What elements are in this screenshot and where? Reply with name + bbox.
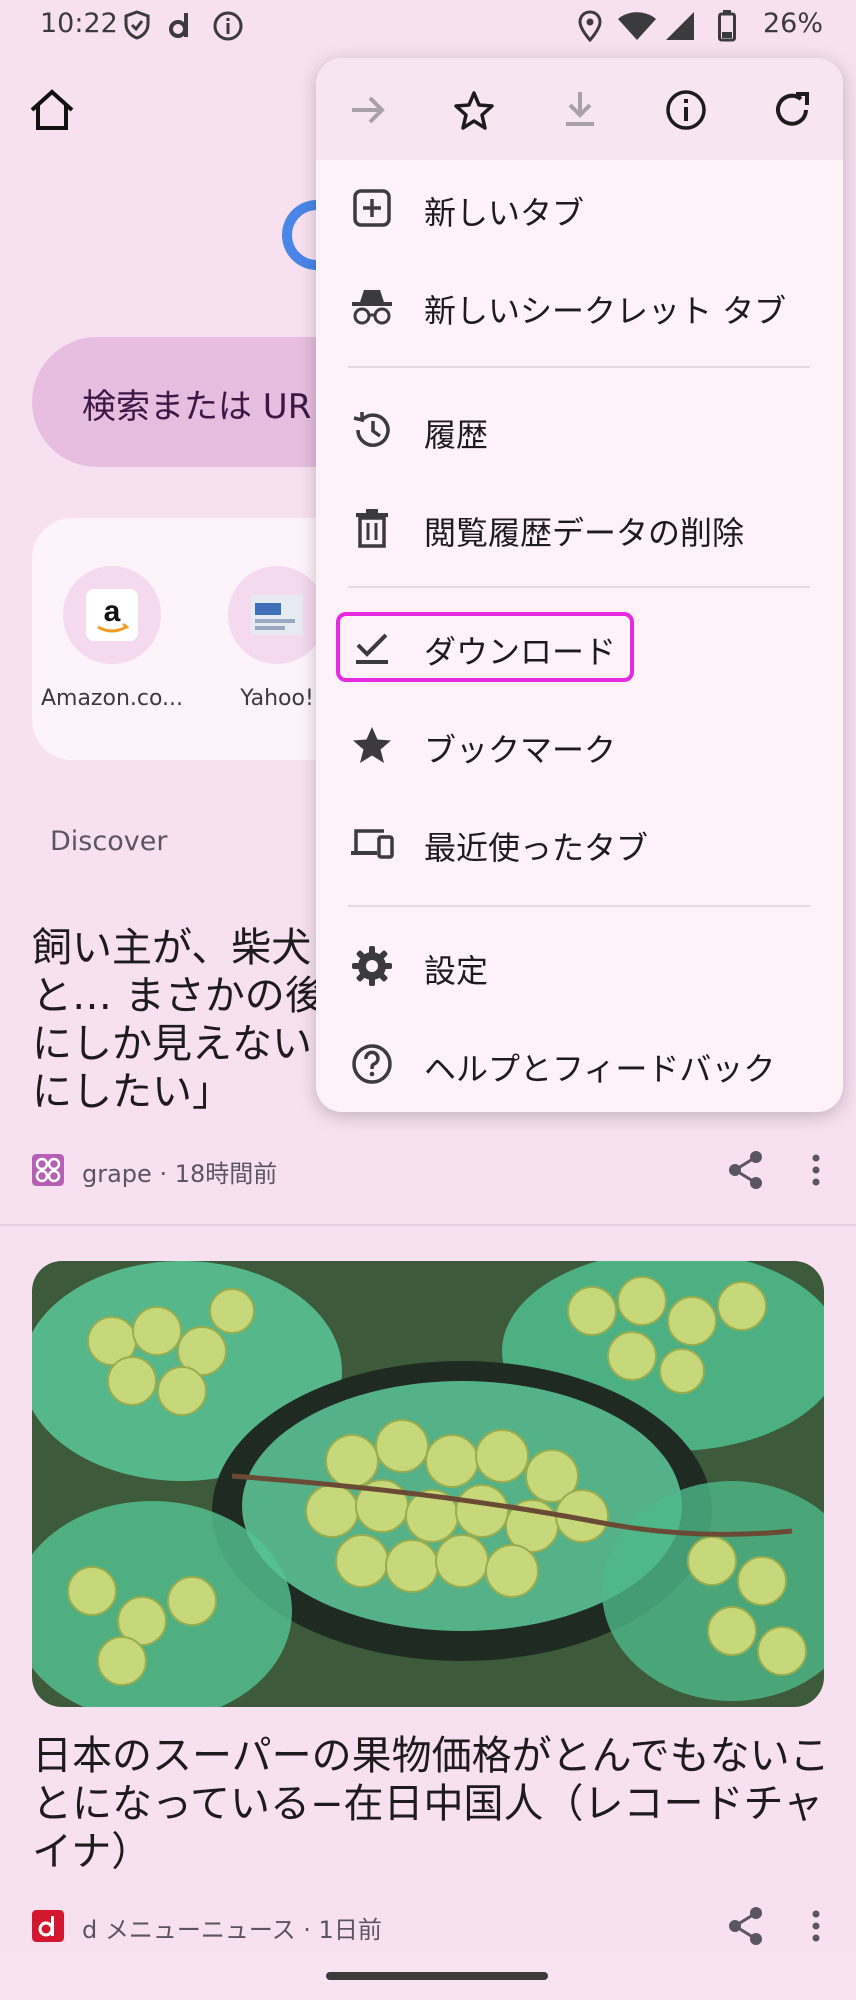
- download-icon[interactable]: [558, 88, 602, 132]
- menu-item-label: 設定: [424, 952, 489, 990]
- forward-arrow-icon[interactable]: [346, 88, 390, 132]
- menu-item-label: 新しいタブ: [424, 194, 585, 232]
- menu-divider: [348, 586, 810, 588]
- menu-divider: [348, 366, 810, 368]
- wifi-icon: [618, 12, 656, 40]
- battery-icon: [718, 10, 736, 42]
- menu-toolbar: [316, 58, 843, 160]
- article-source: d メニューニュース · 1日前: [82, 1916, 382, 1944]
- star-outline-icon[interactable]: [452, 88, 496, 132]
- discover-heading: Discover: [50, 826, 168, 857]
- menu-item-label: 最近使ったタブ: [424, 829, 649, 867]
- yahoo-logo-icon: [228, 566, 326, 664]
- gear-icon: [352, 946, 392, 986]
- status-time: 10:22: [40, 8, 118, 39]
- menu-item-help[interactable]: ヘルプとフィードバック: [316, 1019, 843, 1109]
- battery-percent: 26%: [762, 8, 823, 39]
- overflow-menu: 新しいタブ 新しいシークレット タブ 履歴 閲覧履歴データの削除 ダウンロード …: [316, 58, 843, 1112]
- menu-divider: [348, 905, 810, 907]
- menu-item-label: 閲覧履歴データの削除: [424, 514, 745, 552]
- more-vert-icon[interactable]: [810, 1906, 822, 1946]
- highlight-box: [336, 612, 634, 682]
- search-placeholder: 検索または UR: [82, 387, 312, 427]
- devices-icon: [351, 829, 394, 859]
- gesture-handle[interactable]: [326, 1972, 548, 1980]
- menu-item-label: ブックマーク: [424, 731, 617, 769]
- article-meta: grape · 18時間前: [32, 1150, 822, 1190]
- shortcut-amazon[interactable]: a Amazon.co...: [32, 566, 192, 711]
- menu-item-label: 履歴: [424, 416, 489, 454]
- info-icon: [213, 11, 243, 41]
- menu-item-label: 新しいシークレット タブ: [424, 292, 787, 330]
- article-image-grapes[interactable]: [32, 1261, 824, 1707]
- menu-item-clear-data[interactable]: 閲覧履歴データの削除: [316, 483, 843, 573]
- docomo-d-icon: [169, 13, 188, 38]
- plus-box-icon: [353, 189, 391, 227]
- trash-icon: [356, 509, 388, 548]
- d-menu-news-icon: [32, 1910, 64, 1942]
- grape-source-icon: [32, 1154, 64, 1186]
- article-source: grape · 18時間前: [82, 1160, 278, 1188]
- menu-item-incognito-tab[interactable]: 新しいシークレット タブ: [316, 261, 843, 351]
- refresh-icon[interactable]: [770, 88, 814, 132]
- signal-icon: [666, 12, 694, 40]
- incognito-icon: [352, 290, 392, 325]
- help-icon: [352, 1044, 392, 1084]
- feed-divider: [0, 1224, 856, 1226]
- info-icon[interactable]: [664, 88, 708, 132]
- menu-item-bookmarks[interactable]: ブックマーク: [316, 700, 843, 790]
- star-icon: [353, 727, 391, 763]
- home-icon[interactable]: [28, 88, 76, 132]
- amazon-logo-icon: a: [63, 566, 161, 664]
- menu-item-new-tab[interactable]: 新しいタブ: [316, 163, 843, 253]
- menu-item-label: ヘルプとフィードバック: [424, 1050, 776, 1088]
- location-icon: [578, 10, 602, 42]
- more-vert-icon[interactable]: [810, 1150, 822, 1190]
- svg-text:a: a: [104, 595, 121, 628]
- history-icon: [353, 412, 390, 447]
- menu-item-recent-tabs[interactable]: 最近使ったタブ: [316, 798, 843, 888]
- article-meta: d メニューニュース · 1日前: [32, 1906, 822, 1946]
- menu-item-settings[interactable]: 設定: [316, 921, 843, 1011]
- share-icon[interactable]: [728, 1906, 764, 1946]
- shield-icon: [124, 10, 150, 40]
- menu-item-history[interactable]: 履歴: [316, 385, 843, 475]
- article-title[interactable]: 日本のスーパーの果物価格がとんでもないことになっている−在日中国人（レコードチャ…: [32, 1732, 832, 1876]
- share-icon[interactable]: [728, 1150, 764, 1190]
- shortcut-label: Amazon.co...: [40, 686, 184, 711]
- status-bar: 10:22 26%: [0, 0, 856, 52]
